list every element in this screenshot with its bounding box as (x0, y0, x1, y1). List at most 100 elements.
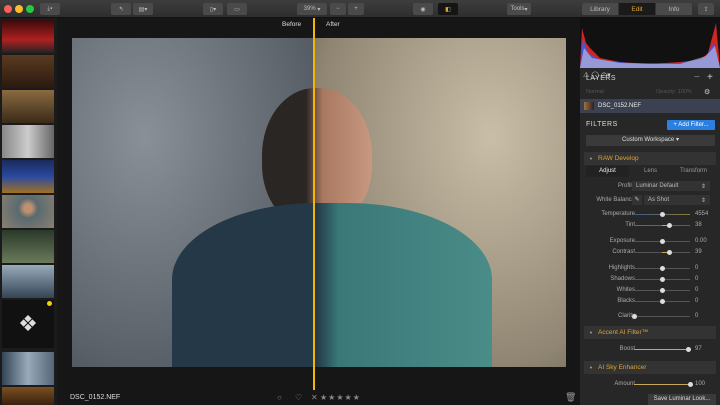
compare-icon[interactable]: ◧ (438, 3, 458, 15)
preview-eye-icon[interactable]: ◉ (413, 3, 433, 15)
whites-knob[interactable] (660, 288, 665, 293)
thumbnail[interactable] (2, 160, 54, 193)
thumbnail[interactable] (2, 352, 54, 385)
raw-develop-header[interactable]: RAW Develop (584, 152, 716, 165)
shadows-knob[interactable] (660, 277, 665, 282)
toolbar: ⤓▾ ↰ ▤▾ ▯▾ ▭ 39% ▾ − + ◉ ◧ Tools ▾ Librar… (0, 0, 720, 18)
remove-layer-button[interactable]: − (694, 72, 700, 83)
shadows-slider[interactable] (634, 277, 690, 282)
star-rating[interactable]: ★★★★★ (320, 393, 361, 402)
blend-mode-select[interactable]: Normal (586, 89, 604, 95)
clarity-row: Clarity 0 (580, 312, 720, 322)
tab-transform[interactable]: Transform (672, 166, 715, 177)
layer-row[interactable]: DSC_0152.NEF (580, 99, 720, 113)
clarity-slider[interactable] (632, 314, 690, 319)
boost-value: 97 (695, 346, 702, 352)
tint-knob[interactable] (666, 223, 672, 228)
temperature-value: 4554 (695, 211, 709, 217)
highlights-knob[interactable] (660, 266, 665, 271)
exposure-slider[interactable] (634, 239, 690, 244)
whites-row: Whites 0 (580, 286, 720, 296)
temperature-slider[interactable] (634, 212, 690, 217)
boost-slider[interactable] (634, 347, 692, 352)
eyedropper-icon[interactable]: ✎ (632, 195, 642, 205)
history-icon[interactable]: ▤▾ (133, 3, 153, 15)
workspace-label: Custom Workspace (622, 137, 675, 143)
trash-icon[interactable]: 🗑 (565, 392, 576, 403)
tools-menu[interactable]: Tools ▾ (507, 3, 531, 15)
whites-slider[interactable] (634, 288, 690, 293)
zoom-value: 39% (303, 6, 316, 12)
zoom-in-button[interactable]: + (348, 3, 364, 15)
compare-divider-handle[interactable] (313, 18, 315, 390)
filmstrip: ❖ (0, 18, 57, 405)
contrast-slider[interactable] (634, 250, 690, 255)
highlights-slider[interactable] (634, 266, 690, 271)
sidebar-toggle-icon[interactable]: ▯▾ (203, 3, 223, 15)
tint-slider[interactable] (634, 223, 690, 228)
whites-value: 0 (695, 287, 699, 293)
layers-title[interactable]: LAYERS (586, 75, 616, 82)
after-label: After (326, 21, 340, 28)
add-layer-button[interactable]: + (707, 72, 713, 83)
zoom-out-button[interactable]: − (330, 3, 346, 15)
favorite-heart-icon[interactable]: ♡ (295, 393, 302, 402)
white-balance-select[interactable]: As Shot ⇕ (644, 195, 710, 205)
ai-sky-header[interactable]: AI Sky Enhancer (584, 361, 716, 374)
clarity-knob[interactable] (632, 314, 637, 319)
tab-lens[interactable]: Lens (629, 166, 672, 177)
tab-info[interactable]: Info (656, 3, 693, 15)
filters-title[interactable]: FILTERS (586, 121, 618, 128)
layer-thumbnail (584, 102, 594, 110)
thumbnail[interactable] (2, 230, 54, 263)
zoom-select[interactable]: 39% ▾ (297, 3, 327, 15)
color-label-icon[interactable]: ○ (277, 393, 282, 402)
close-button[interactable] (4, 5, 12, 13)
blacks-knob[interactable] (660, 299, 665, 304)
save-look-button[interactable]: Save Luminar Look... (648, 394, 716, 405)
thumbnail[interactable] (2, 90, 54, 123)
tab-edit[interactable]: Edit (619, 3, 656, 15)
thumbnail[interactable] (2, 265, 54, 298)
boost-knob[interactable] (686, 347, 692, 352)
workspace-select[interactable]: Custom Workspace ▾ (586, 135, 715, 146)
accent-ai-header[interactable]: Accent AI Filter™ (584, 326, 716, 339)
exposure-knob[interactable] (660, 239, 665, 244)
blacks-row: Blacks 0 (580, 297, 720, 307)
tint-row: Tint 38 (580, 221, 720, 231)
whites-label: Whites (616, 287, 635, 293)
share-icon[interactable]: ⇪ (698, 3, 714, 15)
shadows-row: Shadows 0 (580, 275, 720, 285)
gear-icon[interactable]: ⚙ (704, 88, 710, 96)
thumbnail[interactable]: ❖ (2, 300, 54, 348)
zoom-window-button[interactable] (26, 5, 34, 13)
temperature-row: Temperature 4554 (580, 210, 720, 220)
thumbnail[interactable] (2, 20, 54, 53)
temperature-label: Temperature (601, 211, 635, 217)
tab-adjust[interactable]: Adjust (586, 166, 629, 177)
thumbnail[interactable] (2, 55, 54, 88)
add-filter-button[interactable]: + Add Filter... (667, 120, 715, 130)
opacity-select[interactable]: Opacity: 100% (656, 89, 692, 95)
filename-label: DSC_0152.NEF (70, 394, 121, 401)
amount-knob[interactable] (688, 382, 693, 387)
profile-value: Luminar Default (636, 183, 679, 189)
tab-library[interactable]: Library (582, 3, 619, 15)
thumbnail[interactable] (2, 387, 54, 405)
amount-value: 100 (695, 381, 706, 387)
edit-panel: ⚠ ◯ ◷▾ LAYERS − + Normal Opacity: 100% ⚙… (580, 18, 720, 405)
profile-select[interactable]: Luminar Default ⇕ (632, 181, 710, 191)
undo-icon[interactable]: ↰ (111, 3, 131, 15)
thumbnail[interactable] (2, 125, 54, 158)
white-balance-value: As Shot (648, 197, 670, 203)
export-icon[interactable]: ⤓▾ (40, 3, 60, 15)
filmstrip-toggle-icon[interactable]: ▭ (227, 3, 247, 15)
thumbnail-selected[interactable] (2, 195, 54, 228)
blacks-slider[interactable] (634, 299, 690, 304)
minimize-button[interactable] (15, 5, 23, 13)
shadows-label: Shadows (610, 276, 635, 282)
temperature-knob[interactable] (660, 212, 665, 217)
contrast-knob[interactable] (666, 250, 672, 255)
amount-slider[interactable] (634, 382, 693, 387)
reject-icon[interactable]: ✕ (311, 393, 318, 402)
